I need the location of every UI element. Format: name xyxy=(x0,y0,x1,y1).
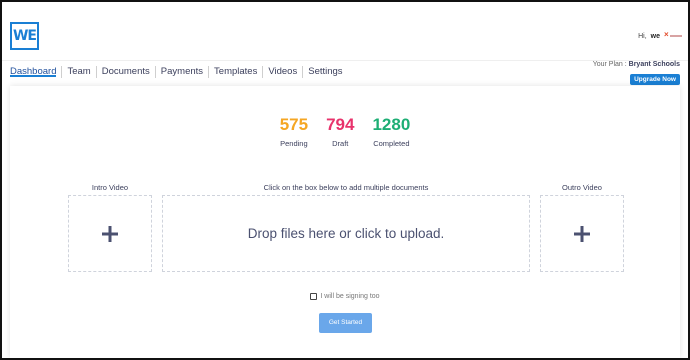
plan-label: Your Plan : xyxy=(592,61,627,68)
intro-video-dropzone[interactable] xyxy=(68,195,152,272)
documents-dropzone[interactable]: Drop files here or click to upload. xyxy=(162,195,530,272)
stat-completed[interactable]: 1280 Completed xyxy=(372,114,410,148)
greeting-text: Hi, xyxy=(638,32,647,40)
company-logo-icon: × xyxy=(664,30,682,40)
stat-label: Draft xyxy=(332,139,349,148)
stat-value: 1280 xyxy=(372,115,411,134)
outro-video-label: Outro Video xyxy=(562,183,602,192)
stat-pending[interactable]: 575 Pending xyxy=(280,114,308,148)
get-started-button[interactable]: Get Started xyxy=(319,313,372,333)
dashboard-panel: 575 Pending 794 Draft 1280 Completed Int… xyxy=(10,86,680,358)
plus-icon xyxy=(69,196,151,271)
upload-section: Intro Video Click on the box below to ad… xyxy=(10,181,680,273)
stat-label: Pending xyxy=(280,139,308,148)
tab-payments[interactable]: Payments xyxy=(154,66,208,78)
tab-team[interactable]: Team xyxy=(61,66,95,78)
upgrade-button[interactable]: Upgrade Now xyxy=(630,74,680,85)
tab-settings[interactable]: Settings xyxy=(302,66,347,78)
nav-tabs: Dashboard Team Documents Payments Templa… xyxy=(10,66,348,78)
plus-icon xyxy=(541,196,623,271)
signing-checkbox[interactable] xyxy=(310,293,318,300)
stat-value: 794 xyxy=(326,115,355,134)
stat-label: Completed xyxy=(373,139,410,148)
main-nav: Dashboard Team Documents Payments Templa… xyxy=(2,60,688,86)
plan-line: Your Plan : Bryant Schools xyxy=(593,61,680,68)
active-tab-indicator xyxy=(10,75,56,77)
stats-summary: 575 Pending 794 Draft 1280 Completed xyxy=(10,114,680,148)
plan-info: Your Plan : Bryant Schools Upgrade Now xyxy=(593,61,680,86)
stat-draft[interactable]: 794 Draft xyxy=(326,114,354,148)
intro-video-label: Intro Video xyxy=(91,183,129,192)
user-greeting[interactable]: Hi, we × xyxy=(638,30,682,40)
tab-documents[interactable]: Documents xyxy=(95,66,155,78)
logo-text: WE xyxy=(12,28,37,44)
signing-option: I will be signing too xyxy=(10,293,680,300)
documents-label: Click on the box below to add multiple d… xyxy=(263,183,429,192)
signing-label[interactable]: I will be signing too xyxy=(320,293,379,300)
drop-files-text: Drop files here or click to upload. xyxy=(247,226,445,241)
app-window: WE Hi, we × Dashboard Team Documents Pay… xyxy=(0,0,690,360)
header: WE Hi, we × xyxy=(2,2,688,60)
tab-templates[interactable]: Templates xyxy=(208,66,262,78)
logo[interactable]: WE xyxy=(10,22,39,50)
stat-value: 575 xyxy=(279,115,309,134)
plan-name: Bryant Schools xyxy=(628,61,680,68)
outro-video-dropzone[interactable] xyxy=(540,195,624,272)
tab-videos[interactable]: Videos xyxy=(262,66,302,78)
user-name: we xyxy=(650,32,660,40)
